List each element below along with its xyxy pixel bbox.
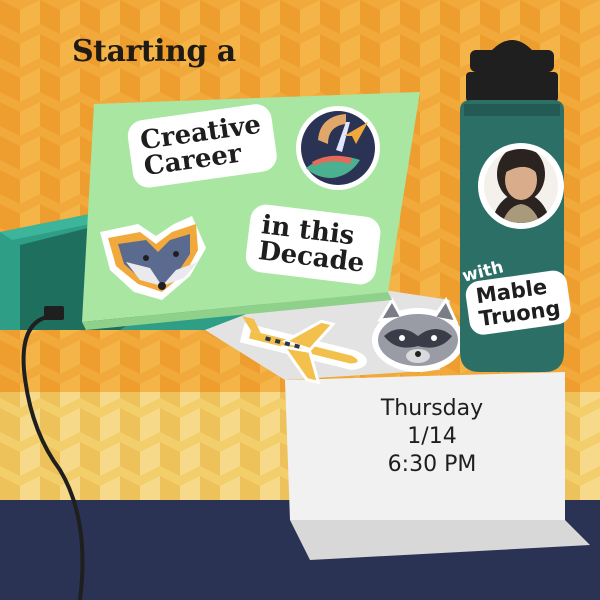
poster: Starting a Creative Career in this Decad… [0,0,600,600]
event-details: Thursday 1/14 6:30 PM [300,395,564,479]
logo-sticker-icon [296,106,380,190]
raccoon-sticker-icon [372,296,464,372]
headline: Starting a [72,34,236,69]
event-time: 6:30 PM [387,452,477,478]
event-date: 1/14 [407,424,457,450]
event-day: Thursday [380,396,484,421]
